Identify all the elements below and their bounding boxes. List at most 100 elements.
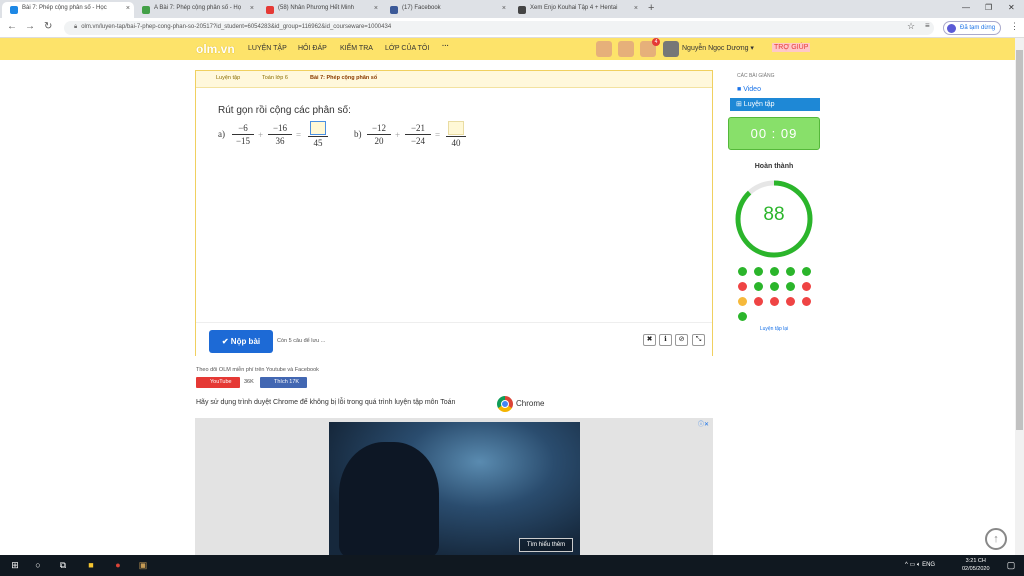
question-status-dot[interactable] <box>770 282 779 291</box>
tab-1[interactable]: A Bài 7: Phép cộng phân số - Họ × <box>134 2 258 18</box>
windows-start-icon[interactable]: ⊞ <box>9 559 21 571</box>
video-link[interactable]: ■ Video <box>737 86 761 93</box>
answer-input-a[interactable] <box>310 121 326 135</box>
question-status-dot[interactable] <box>770 297 779 306</box>
numerator: −16 <box>268 122 292 135</box>
system-tray[interactable]: ^ ▭ 🔈︎ ENG <box>905 561 935 569</box>
practice-again-link[interactable]: Luyện tập lại <box>728 326 820 332</box>
nav-my-class[interactable]: LỚP CỦA TÔI <box>385 45 429 52</box>
fraction: −21 −24 <box>405 122 431 148</box>
info-icon[interactable]: ℹ <box>659 334 672 346</box>
tab-title: Bài 7: Phép cộng phân số - Học <box>22 5 107 11</box>
more-icon[interactable]: ··· <box>442 43 449 50</box>
nav-qa[interactable]: HỎI ĐÁP <box>298 45 327 52</box>
ad-close-icon[interactable]: ⓘ✕ <box>698 419 709 428</box>
tab-0[interactable]: Bài 7: Phép cộng phân số - Học × <box>2 2 134 18</box>
star-icon[interactable]: ☆ <box>907 21 915 32</box>
chrome-label[interactable]: Chrome <box>516 399 544 408</box>
question-status-dot[interactable] <box>738 282 747 291</box>
restore-icon[interactable]: ❐ <box>985 3 992 12</box>
block-icon[interactable]: ⊘ <box>675 334 688 346</box>
close-icon[interactable]: × <box>502 5 506 12</box>
timer: 00 : 09 <box>728 117 820 150</box>
nav-test[interactable]: KIỂM TRA <box>340 45 373 52</box>
question-status-dot[interactable] <box>786 282 795 291</box>
part-b-label: b) <box>354 129 362 139</box>
question-status-dot[interactable] <box>770 267 779 276</box>
taskbar: ⊞ ○ ⧉ ■ ● ▣ ^ ▭ 🔈︎ ENG 3:21 CH 02/05/202… <box>0 555 1024 576</box>
avatar[interactable] <box>663 41 679 57</box>
ad-learn-more-button[interactable]: Tìm hiểu thêm <box>519 538 573 552</box>
chrome-icon[interactable] <box>497 396 513 412</box>
url-field[interactable]: 🔒︎ olm.vn/luyen-tap/bai-7-phep-cong-phan-… <box>64 21 934 35</box>
user-menu[interactable]: Nguyễn Ngọc Dương ▾ <box>682 44 754 52</box>
close-icon[interactable]: × <box>126 5 130 12</box>
new-tab-button[interactable]: + <box>648 2 654 14</box>
task-view-icon[interactable]: ⧉ <box>57 559 69 571</box>
question-status-dot[interactable] <box>754 267 763 276</box>
question-status-dot[interactable] <box>754 297 763 306</box>
page-scrollbar[interactable] <box>1015 38 1024 555</box>
menu-icon[interactable]: ⋮ <box>1010 21 1019 32</box>
close-icon[interactable]: × <box>250 5 254 12</box>
collapse-icon[interactable]: ⤡ <box>692 334 705 346</box>
scrollbar-thumb[interactable] <box>1016 50 1023 430</box>
question-status-dot[interactable] <box>802 267 811 276</box>
profile-button[interactable]: Đã tạm dừng <box>943 21 1001 35</box>
practice-link[interactable]: ⊞ Luyện tập <box>730 98 820 111</box>
scroll-top-button[interactable]: ↑ <box>985 528 1007 550</box>
facebook-like-button[interactable]: Thích 17K <box>260 377 307 388</box>
notification-badge: 4 <box>652 38 660 46</box>
archive-icon[interactable]: ▣ <box>137 559 149 571</box>
reload-icon[interactable]: ↻ <box>44 21 52 32</box>
question-status-dot[interactable] <box>738 297 747 306</box>
file-explorer-icon[interactable]: ■ <box>85 559 97 571</box>
question-status-dot[interactable] <box>802 297 811 306</box>
tab-title: (17) Facebook <box>402 5 441 11</box>
site-icon <box>142 6 150 14</box>
add-friend-icon[interactable] <box>596 41 612 57</box>
denominator: 36 <box>275 136 285 146</box>
chrome-taskbar-icon[interactable]: ● <box>112 559 124 571</box>
question-status-dot[interactable] <box>786 297 795 306</box>
follow-text: Theo dõi OLM miễn phí trên Youtube và Fa… <box>196 367 319 373</box>
youtube-button[interactable]: YouTube <box>196 377 240 388</box>
close-window-icon[interactable]: ✕ <box>1008 3 1015 12</box>
notification-center-icon[interactable]: ▢ <box>1005 559 1017 571</box>
ad-image[interactable]: Tìm hiểu thêm <box>329 422 580 555</box>
minimize-icon[interactable]: — <box>962 3 970 12</box>
part-a-label: a) <box>218 129 225 139</box>
answer-input-b[interactable] <box>448 121 464 135</box>
clock-date: 02/05/2020 <box>962 566 990 572</box>
facebook-icon <box>390 6 398 14</box>
clock[interactable]: 3:21 CH 02/05/2020 <box>962 557 990 573</box>
search-icon[interactable]: ○ <box>32 559 44 571</box>
chat-icon[interactable] <box>618 41 634 57</box>
chrome-message: Hãy sử dụng trình duyệt Chrome để không … <box>196 399 456 406</box>
question-status-dot[interactable] <box>786 267 795 276</box>
submit-button[interactable]: ✔ Nộp bài <box>209 330 273 353</box>
question-status-dot[interactable] <box>802 282 811 291</box>
equals-sign: = <box>296 130 302 140</box>
olm-logo[interactable]: olm.vn <box>196 42 235 56</box>
cloud-icon <box>10 6 18 14</box>
help-button[interactable]: TRỢ GIÚP <box>772 43 811 52</box>
youtube-icon <box>266 6 274 14</box>
close-icon[interactable]: ✖ <box>643 334 656 346</box>
nav-practice[interactable]: LUYỆN TẬP <box>248 45 287 52</box>
numerator: −6 <box>232 122 254 135</box>
question-status-dot[interactable] <box>738 312 747 321</box>
reading-list-icon[interactable]: ≡ <box>925 21 930 30</box>
close-icon[interactable]: × <box>634 5 638 12</box>
tab-3[interactable]: (17) Facebook × <box>382 2 510 18</box>
breadcrumb-item[interactable]: Toán lớp 6 <box>262 75 288 81</box>
tab-4[interactable]: Xem Enjo Kouhai Tập 4 + Hentai × <box>510 2 642 18</box>
tab-2[interactable]: (58) Nhân Phương Hết Minh × <box>258 2 382 18</box>
question-status-dot[interactable] <box>738 267 747 276</box>
forward-icon[interactable]: → <box>25 21 35 32</box>
question-status-dot[interactable] <box>754 282 763 291</box>
back-icon[interactable]: ← <box>7 21 17 32</box>
breadcrumb-item[interactable]: Luyện tập <box>216 75 240 81</box>
close-icon[interactable]: × <box>374 5 378 12</box>
language-indicator[interactable]: ENG <box>922 562 935 568</box>
